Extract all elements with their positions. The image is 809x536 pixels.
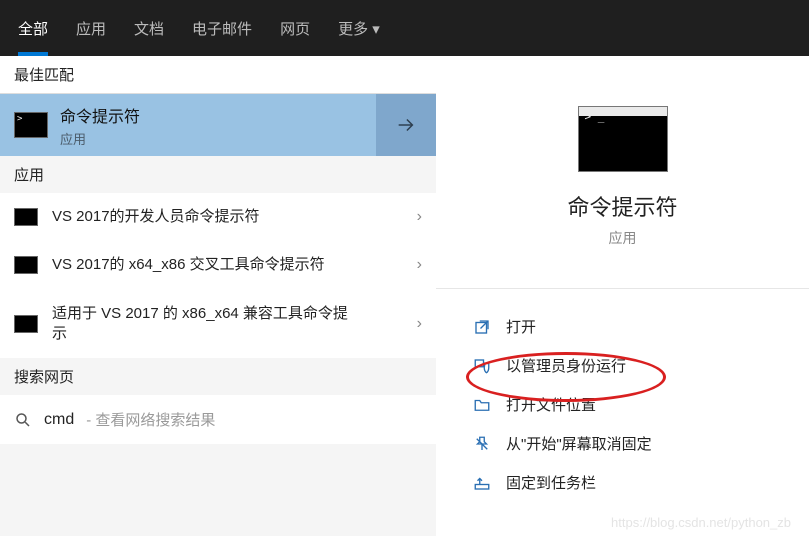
apps-header: 应用 [0,156,436,193]
action-label: 以管理员身份运行 [506,355,626,376]
cmd-icon [14,112,48,138]
chevron-right-icon: › [417,256,422,274]
best-match-item[interactable]: 命令提示符 应用 [0,94,436,156]
best-match-header: 最佳匹配 [0,56,436,94]
results-panel: 最佳匹配 命令提示符 应用 应用 VS 2017的开发人员命令提示符 › VS … [0,56,436,536]
cmd-icon [14,256,38,274]
cmd-icon [14,208,38,226]
app-result-item[interactable]: VS 2017的 x64_x86 交叉工具命令提示符 › [0,241,436,289]
chevron-right-icon: › [417,315,422,333]
web-desc: - 查看网络搜索结果 [86,409,215,430]
open-icon [472,317,492,337]
action-unpin-start[interactable]: 从"开始"屏幕取消固定 [460,424,809,463]
search-filter-tabs: 全部 应用 文档 电子邮件 网页 更多 ▾ [0,0,809,56]
action-label: 打开文件位置 [506,394,596,415]
unpin-icon [472,434,492,454]
detail-subtitle: 应用 [609,228,637,248]
best-match-title: 命令提示符 [60,103,140,127]
best-match-subtitle: 应用 [60,129,140,148]
expand-arrow-button[interactable] [376,94,436,156]
folder-icon [472,395,492,415]
pin-icon [472,473,492,493]
web-keyword: cmd [44,411,74,429]
action-label: 从"开始"屏幕取消固定 [506,433,652,454]
action-pin-taskbar[interactable]: 固定到任务栏 [460,463,809,502]
tab-apps[interactable]: 应用 [76,0,106,56]
cmd-icon-large [578,106,668,172]
tab-more[interactable]: 更多 ▾ [338,0,380,56]
tab-documents[interactable]: 文档 [134,0,164,56]
action-label: 固定到任务栏 [506,472,596,493]
arrow-right-icon [395,114,417,136]
web-search-item[interactable]: cmd - 查看网络搜索结果 [0,395,436,444]
app-result-item[interactable]: 适用于 VS 2017 的 x86_x64 兼容工具命令提示 › [0,290,436,359]
tab-email[interactable]: 电子邮件 [192,0,252,56]
web-search-header: 搜索网页 [0,358,436,395]
action-label: 打开 [506,316,536,337]
action-run-as-admin[interactable]: 以管理员身份运行 [460,346,809,385]
action-open[interactable]: 打开 [460,307,809,346]
details-panel: 命令提示符 应用 打开 以管理员身份运行 打开文件位置 从"开始"屏幕取消固定 … [436,56,809,536]
search-icon [14,411,32,429]
watermark-text: https://blog.csdn.net/python_zb [611,515,791,530]
app-result-item[interactable]: VS 2017的开发人员命令提示符 › [0,193,436,241]
tab-all[interactable]: 全部 [18,0,48,56]
shield-icon [472,356,492,376]
action-open-location[interactable]: 打开文件位置 [460,385,809,424]
chevron-right-icon: › [417,208,422,226]
tab-web[interactable]: 网页 [280,0,310,56]
detail-title: 命令提示符 [567,190,677,222]
cmd-icon [14,315,38,333]
